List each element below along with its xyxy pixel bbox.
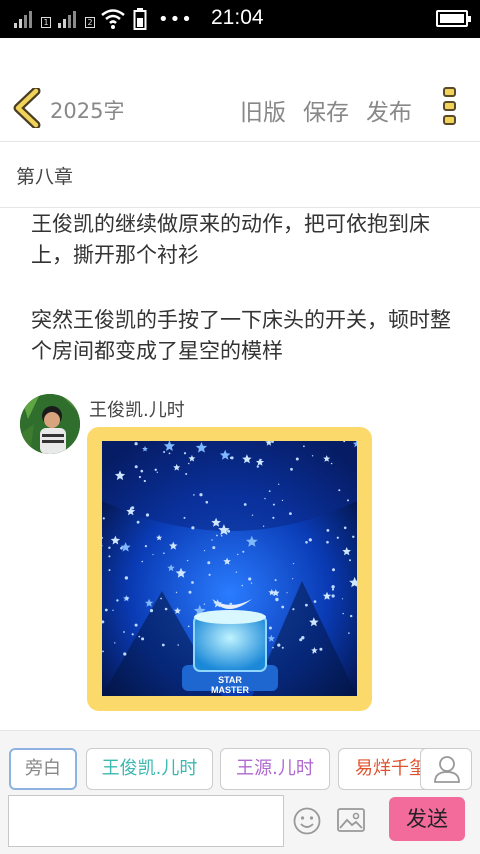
sim-1-badge: 1 <box>41 17 51 28</box>
send-button[interactable]: 发送 <box>389 797 465 841</box>
role-tab-yiyangqianxi[interactable]: 易烊千玺 <box>338 748 428 790</box>
more-menu-button[interactable] <box>440 87 458 129</box>
role-tab-label: 王俊凯.儿时 <box>101 758 198 779</box>
chapter-title[interactable]: 第八章 <box>16 162 73 189</box>
speaker-name: 王俊凯.儿时 <box>89 400 185 421</box>
role-tab-label: 易烊千玺 <box>355 758 427 779</box>
clock: 21:04 <box>211 6 264 29</box>
battery-icon <box>436 10 471 27</box>
publish-button[interactable]: 发布 <box>366 93 412 127</box>
sim-2-badge: 2 <box>85 17 95 28</box>
image-caption-line1: STAR <box>218 675 242 685</box>
narration-paragraph[interactable]: 突然王俊凯的手按了一下床头的开关，顿时整个房间都变成了星空的模样 <box>31 305 451 367</box>
overflow-dots: ••• <box>158 9 193 30</box>
menu-dot-icon <box>442 115 456 125</box>
person-icon <box>434 756 460 783</box>
menu-dot-icon <box>442 101 456 111</box>
message-image-bubble[interactable]: STAR MASTER <box>87 427 372 711</box>
image-picker-icon[interactable] <box>336 806 366 834</box>
role-tab-wangyuan[interactable]: 王源.儿时 <box>220 748 330 790</box>
editor-toolbar: 2025字 旧版 保存 发布 <box>0 38 480 142</box>
signal-1-icon <box>14 10 32 28</box>
role-tab-wangjunkai[interactable]: 王俊凯.儿时 <box>86 748 213 790</box>
divider <box>0 207 480 208</box>
old-version-button[interactable]: 旧版 <box>240 93 286 127</box>
role-tab-narrator[interactable]: 旁白 <box>9 748 77 790</box>
save-button[interactable]: 保存 <box>303 93 349 127</box>
signal-2-icon <box>58 10 76 28</box>
message-input[interactable] <box>8 795 284 847</box>
status-bar: 1 2 ••• 21:04 <box>0 0 480 38</box>
battery-saver-icon <box>133 8 147 30</box>
smiley-icon[interactable] <box>292 806 322 836</box>
role-tab-label: 旁白 <box>25 758 61 779</box>
image-caption-line2: MASTER <box>211 685 250 695</box>
star-projector-image[interactable]: STAR MASTER <box>102 441 357 696</box>
word-count: 2025字 <box>50 99 125 123</box>
back-button[interactable] <box>12 88 44 128</box>
narration-paragraph[interactable]: 王俊凯的继续做原来的动作，把可依抱到床上，撕开那个衬衫 <box>31 209 451 271</box>
role-tab-label: 王源.儿时 <box>236 758 314 779</box>
avatar[interactable] <box>20 394 80 454</box>
wifi-icon <box>101 9 125 29</box>
role-manage-button[interactable] <box>420 748 472 790</box>
menu-dot-icon <box>442 87 456 97</box>
